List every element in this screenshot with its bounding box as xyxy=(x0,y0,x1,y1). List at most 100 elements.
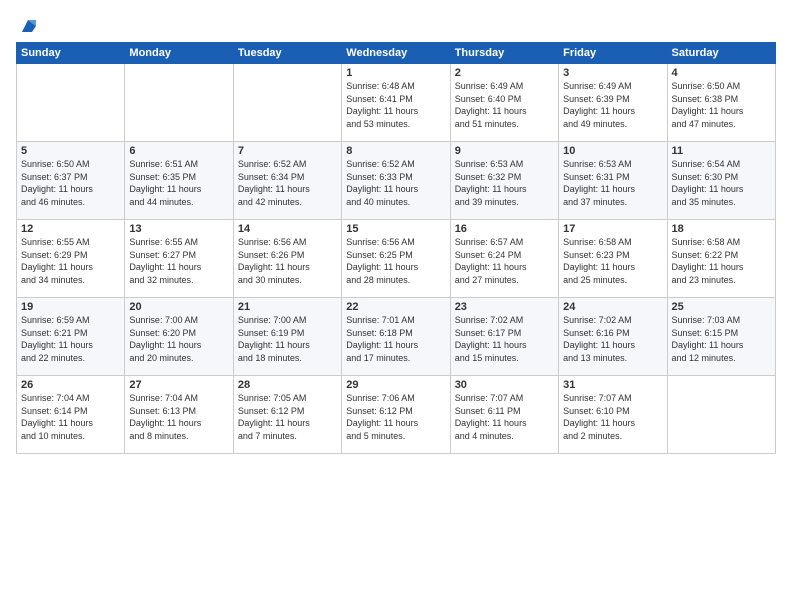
calendar-cell: 15Sunrise: 6:56 AM Sunset: 6:25 PM Dayli… xyxy=(342,220,450,298)
calendar-week-row: 26Sunrise: 7:04 AM Sunset: 6:14 PM Dayli… xyxy=(17,376,776,454)
day-number: 14 xyxy=(238,223,337,235)
day-info: Sunrise: 7:02 AM Sunset: 6:16 PM Dayligh… xyxy=(563,314,662,364)
day-number: 24 xyxy=(563,301,662,313)
day-number: 25 xyxy=(672,301,771,313)
calendar-cell: 10Sunrise: 6:53 AM Sunset: 6:31 PM Dayli… xyxy=(559,142,667,220)
weekday-header: Saturday xyxy=(667,43,775,64)
calendar-cell: 28Sunrise: 7:05 AM Sunset: 6:12 PM Dayli… xyxy=(233,376,341,454)
day-number: 28 xyxy=(238,379,337,391)
day-number: 1 xyxy=(346,67,445,79)
calendar-cell xyxy=(17,64,125,142)
day-info: Sunrise: 6:57 AM Sunset: 6:24 PM Dayligh… xyxy=(455,236,554,286)
calendar-week-row: 1Sunrise: 6:48 AM Sunset: 6:41 PM Daylig… xyxy=(17,64,776,142)
calendar-week-row: 5Sunrise: 6:50 AM Sunset: 6:37 PM Daylig… xyxy=(17,142,776,220)
calendar-cell xyxy=(667,376,775,454)
calendar-week-row: 19Sunrise: 6:59 AM Sunset: 6:21 PM Dayli… xyxy=(17,298,776,376)
calendar-cell: 9Sunrise: 6:53 AM Sunset: 6:32 PM Daylig… xyxy=(450,142,558,220)
calendar-cell: 4Sunrise: 6:50 AM Sunset: 6:38 PM Daylig… xyxy=(667,64,775,142)
calendar-cell: 30Sunrise: 7:07 AM Sunset: 6:11 PM Dayli… xyxy=(450,376,558,454)
day-info: Sunrise: 6:49 AM Sunset: 6:40 PM Dayligh… xyxy=(455,80,554,130)
day-info: Sunrise: 7:06 AM Sunset: 6:12 PM Dayligh… xyxy=(346,392,445,442)
calendar-cell xyxy=(233,64,341,142)
day-number: 29 xyxy=(346,379,445,391)
day-info: Sunrise: 6:49 AM Sunset: 6:39 PM Dayligh… xyxy=(563,80,662,130)
day-info: Sunrise: 7:05 AM Sunset: 6:12 PM Dayligh… xyxy=(238,392,337,442)
day-info: Sunrise: 6:59 AM Sunset: 6:21 PM Dayligh… xyxy=(21,314,120,364)
calendar-cell: 19Sunrise: 6:59 AM Sunset: 6:21 PM Dayli… xyxy=(17,298,125,376)
calendar-cell: 3Sunrise: 6:49 AM Sunset: 6:39 PM Daylig… xyxy=(559,64,667,142)
weekday-header-row: SundayMondayTuesdayWednesdayThursdayFrid… xyxy=(17,43,776,64)
day-info: Sunrise: 6:55 AM Sunset: 6:29 PM Dayligh… xyxy=(21,236,120,286)
weekday-header: Friday xyxy=(559,43,667,64)
day-number: 26 xyxy=(21,379,120,391)
weekday-header: Tuesday xyxy=(233,43,341,64)
day-number: 12 xyxy=(21,223,120,235)
calendar-cell: 13Sunrise: 6:55 AM Sunset: 6:27 PM Dayli… xyxy=(125,220,233,298)
day-number: 27 xyxy=(129,379,228,391)
calendar-cell: 24Sunrise: 7:02 AM Sunset: 6:16 PM Dayli… xyxy=(559,298,667,376)
day-number: 21 xyxy=(238,301,337,313)
calendar-week-row: 12Sunrise: 6:55 AM Sunset: 6:29 PM Dayli… xyxy=(17,220,776,298)
day-info: Sunrise: 6:54 AM Sunset: 6:30 PM Dayligh… xyxy=(672,158,771,208)
logo xyxy=(16,16,38,36)
calendar-cell: 18Sunrise: 6:58 AM Sunset: 6:22 PM Dayli… xyxy=(667,220,775,298)
calendar-cell: 22Sunrise: 7:01 AM Sunset: 6:18 PM Dayli… xyxy=(342,298,450,376)
day-number: 23 xyxy=(455,301,554,313)
day-number: 19 xyxy=(21,301,120,313)
day-info: Sunrise: 6:58 AM Sunset: 6:23 PM Dayligh… xyxy=(563,236,662,286)
day-number: 2 xyxy=(455,67,554,79)
day-info: Sunrise: 7:02 AM Sunset: 6:17 PM Dayligh… xyxy=(455,314,554,364)
day-number: 10 xyxy=(563,145,662,157)
day-info: Sunrise: 6:52 AM Sunset: 6:33 PM Dayligh… xyxy=(346,158,445,208)
day-number: 16 xyxy=(455,223,554,235)
day-number: 30 xyxy=(455,379,554,391)
day-info: Sunrise: 6:56 AM Sunset: 6:26 PM Dayligh… xyxy=(238,236,337,286)
day-info: Sunrise: 6:48 AM Sunset: 6:41 PM Dayligh… xyxy=(346,80,445,130)
calendar-cell: 25Sunrise: 7:03 AM Sunset: 6:15 PM Dayli… xyxy=(667,298,775,376)
day-number: 15 xyxy=(346,223,445,235)
calendar-cell: 14Sunrise: 6:56 AM Sunset: 6:26 PM Dayli… xyxy=(233,220,341,298)
day-info: Sunrise: 7:01 AM Sunset: 6:18 PM Dayligh… xyxy=(346,314,445,364)
calendar-cell: 26Sunrise: 7:04 AM Sunset: 6:14 PM Dayli… xyxy=(17,376,125,454)
day-number: 5 xyxy=(21,145,120,157)
day-number: 11 xyxy=(672,145,771,157)
calendar-cell: 17Sunrise: 6:58 AM Sunset: 6:23 PM Dayli… xyxy=(559,220,667,298)
day-number: 7 xyxy=(238,145,337,157)
day-number: 31 xyxy=(563,379,662,391)
day-info: Sunrise: 6:52 AM Sunset: 6:34 PM Dayligh… xyxy=(238,158,337,208)
calendar-cell: 20Sunrise: 7:00 AM Sunset: 6:20 PM Dayli… xyxy=(125,298,233,376)
day-number: 17 xyxy=(563,223,662,235)
weekday-header: Wednesday xyxy=(342,43,450,64)
day-info: Sunrise: 6:55 AM Sunset: 6:27 PM Dayligh… xyxy=(129,236,228,286)
day-number: 8 xyxy=(346,145,445,157)
calendar: SundayMondayTuesdayWednesdayThursdayFrid… xyxy=(16,42,776,454)
calendar-cell: 11Sunrise: 6:54 AM Sunset: 6:30 PM Dayli… xyxy=(667,142,775,220)
calendar-cell: 16Sunrise: 6:57 AM Sunset: 6:24 PM Dayli… xyxy=(450,220,558,298)
calendar-cell: 5Sunrise: 6:50 AM Sunset: 6:37 PM Daylig… xyxy=(17,142,125,220)
weekday-header: Monday xyxy=(125,43,233,64)
calendar-cell: 31Sunrise: 7:07 AM Sunset: 6:10 PM Dayli… xyxy=(559,376,667,454)
calendar-cell: 29Sunrise: 7:06 AM Sunset: 6:12 PM Dayli… xyxy=(342,376,450,454)
day-number: 20 xyxy=(129,301,228,313)
calendar-cell: 2Sunrise: 6:49 AM Sunset: 6:40 PM Daylig… xyxy=(450,64,558,142)
calendar-cell: 21Sunrise: 7:00 AM Sunset: 6:19 PM Dayli… xyxy=(233,298,341,376)
day-info: Sunrise: 6:50 AM Sunset: 6:38 PM Dayligh… xyxy=(672,80,771,130)
header xyxy=(16,12,776,36)
day-number: 18 xyxy=(672,223,771,235)
day-info: Sunrise: 7:04 AM Sunset: 6:14 PM Dayligh… xyxy=(21,392,120,442)
calendar-cell: 1Sunrise: 6:48 AM Sunset: 6:41 PM Daylig… xyxy=(342,64,450,142)
weekday-header: Thursday xyxy=(450,43,558,64)
logo-icon xyxy=(18,16,38,36)
day-info: Sunrise: 7:07 AM Sunset: 6:11 PM Dayligh… xyxy=(455,392,554,442)
calendar-cell xyxy=(125,64,233,142)
calendar-cell: 23Sunrise: 7:02 AM Sunset: 6:17 PM Dayli… xyxy=(450,298,558,376)
day-info: Sunrise: 6:50 AM Sunset: 6:37 PM Dayligh… xyxy=(21,158,120,208)
day-info: Sunrise: 6:53 AM Sunset: 6:32 PM Dayligh… xyxy=(455,158,554,208)
calendar-cell: 6Sunrise: 6:51 AM Sunset: 6:35 PM Daylig… xyxy=(125,142,233,220)
day-number: 4 xyxy=(672,67,771,79)
day-info: Sunrise: 7:03 AM Sunset: 6:15 PM Dayligh… xyxy=(672,314,771,364)
day-number: 9 xyxy=(455,145,554,157)
day-info: Sunrise: 6:58 AM Sunset: 6:22 PM Dayligh… xyxy=(672,236,771,286)
day-info: Sunrise: 7:07 AM Sunset: 6:10 PM Dayligh… xyxy=(563,392,662,442)
day-number: 22 xyxy=(346,301,445,313)
